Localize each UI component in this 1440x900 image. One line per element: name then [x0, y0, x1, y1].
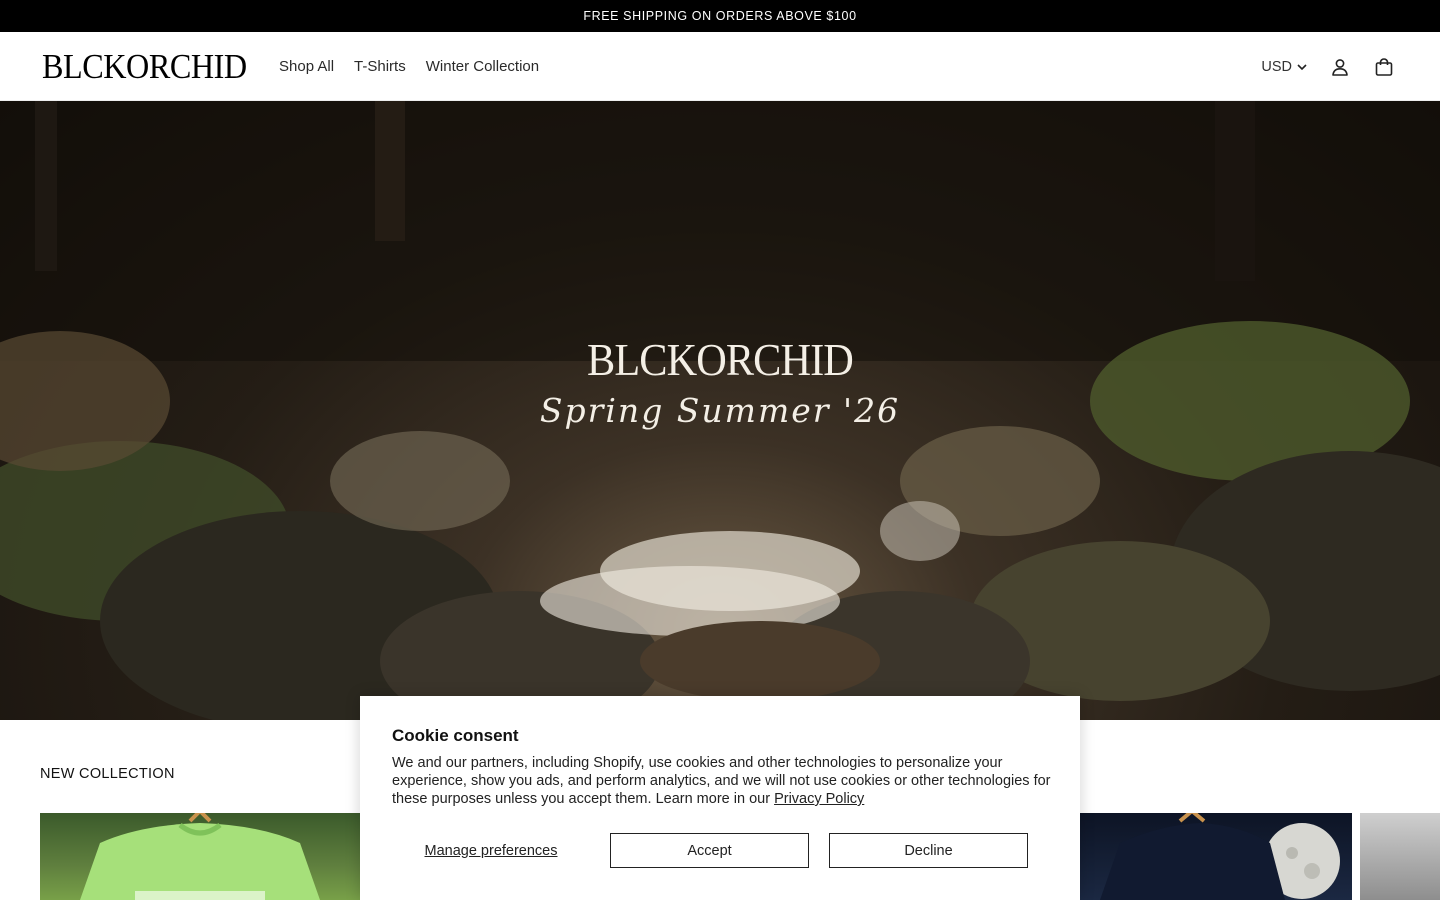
cookie-body: We and our partners, including Shopify, … — [392, 754, 1052, 808]
nav-t-shirts[interactable]: T-Shirts — [354, 58, 406, 75]
accept-button[interactable]: Accept — [610, 833, 809, 868]
product-card-image[interactable] — [1080, 813, 1352, 900]
product-card-image[interactable] — [1360, 813, 1440, 900]
currency-label: USD — [1261, 58, 1292, 75]
currency-selector[interactable]: USD — [1261, 59, 1308, 75]
user-icon — [1332, 58, 1348, 76]
announcement-bar: FREE SHIPPING ON ORDERS ABOVE $100 — [0, 0, 1440, 32]
navy-sweatshirt-image — [1100, 813, 1340, 900]
hero-banner[interactable]: BLCKORCHID Spring Summer '26 — [0, 101, 1440, 720]
cookie-title: Cookie consent — [392, 726, 519, 745]
site-logo[interactable]: BLCKORCHID — [42, 48, 247, 86]
hero-brand-title: BLCKORCHID — [587, 334, 854, 385]
product-card-image[interactable] — [40, 813, 360, 900]
green-sweatshirt-image — [80, 813, 320, 900]
cart-button[interactable] — [1372, 55, 1396, 79]
shopping-bag-icon — [1375, 57, 1393, 76]
decline-button[interactable]: Decline — [829, 833, 1028, 868]
new-collection-heading: NEW COLLECTION — [40, 766, 175, 782]
nav-shop-all[interactable]: Shop All — [279, 58, 334, 75]
chevron-down-icon — [1297, 63, 1307, 70]
main-nav: Shop All T-Shirts Winter Collection — [279, 32, 539, 101]
cookie-body-text: We and our partners, including Shopify, … — [392, 755, 1051, 807]
manage-preferences-button[interactable]: Manage preferences — [392, 833, 590, 868]
hero-subtitle: Spring Summer '26 — [539, 391, 901, 430]
cookie-consent-banner: Cookie consent We and our partners, incl… — [360, 696, 1080, 900]
account-button[interactable] — [1328, 55, 1352, 79]
announcement-text: FREE SHIPPING ON ORDERS ABOVE $100 — [583, 9, 857, 23]
header-actions: USD — [1261, 32, 1396, 101]
nav-winter-collection[interactable]: Winter Collection — [426, 58, 539, 75]
privacy-policy-link[interactable]: Privacy Policy — [774, 791, 864, 807]
site-header: BLCKORCHID Shop All T-Shirts Winter Coll… — [0, 32, 1440, 101]
